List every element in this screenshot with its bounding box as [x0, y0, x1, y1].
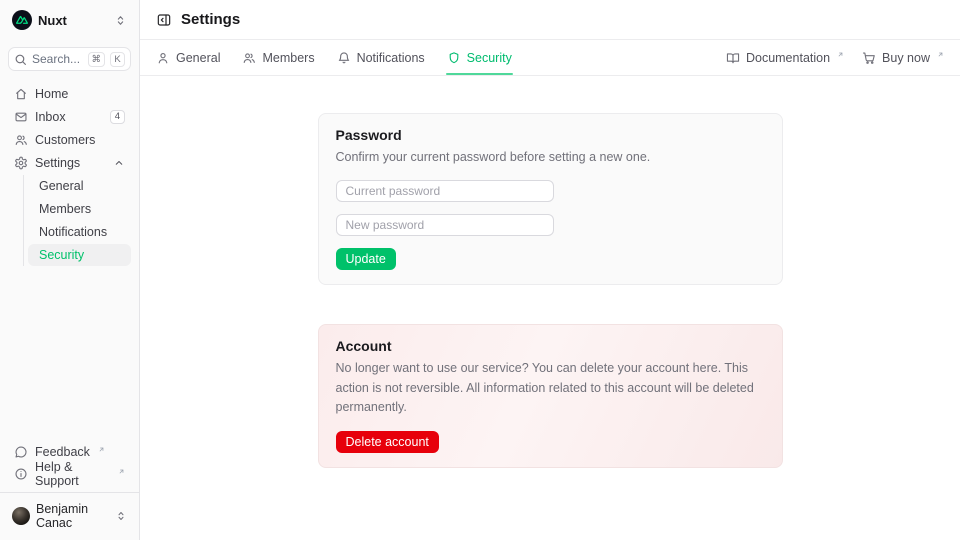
sidebar-item-notifications[interactable]: Notifications: [28, 221, 131, 243]
kbd-meta: ⌘: [88, 52, 106, 67]
user-avatar: [12, 507, 30, 525]
password-card: Password Confirm your current password b…: [318, 113, 783, 285]
sidebar-top: Nuxt Search... ⌘ K Home: [0, 0, 139, 274]
workspace-switcher[interactable]: Nuxt: [8, 8, 131, 32]
kbd-k: K: [110, 52, 125, 67]
users-icon: [14, 133, 28, 147]
tab-label: Members: [262, 51, 314, 65]
sidebar-item-general[interactable]: General: [28, 175, 131, 197]
tab-security[interactable]: Security: [447, 40, 512, 75]
inbox-count-badge: 4: [110, 110, 125, 124]
tab-notifications[interactable]: Notifications: [337, 40, 425, 75]
external-link-icon: [937, 51, 944, 58]
gear-icon: [14, 156, 28, 170]
book-open-icon: [726, 51, 740, 65]
home-icon: [14, 87, 28, 101]
inbox-icon: [14, 110, 28, 124]
sidebar-item-label: Home: [35, 87, 68, 101]
tab-label: Security: [467, 51, 512, 65]
documentation-link[interactable]: Documentation: [726, 51, 844, 65]
sidebar-item-label: Inbox: [35, 110, 66, 124]
search-placeholder: Search...: [32, 52, 83, 66]
delete-account-button[interactable]: Delete account: [336, 431, 439, 453]
bell-icon: [337, 51, 351, 65]
external-link-icon: [118, 468, 125, 475]
header-link-label: Buy now: [882, 51, 930, 65]
tabs-bar: General Members Notifications: [140, 40, 960, 76]
help-support-link[interactable]: Help & Support: [8, 463, 131, 485]
app-root: Nuxt Search... ⌘ K Home: [0, 0, 960, 540]
sidebar-item-members[interactable]: Members: [28, 198, 131, 220]
sidebar-bottom: Feedback Help & Support Benjamin Canac: [0, 433, 139, 540]
nuxt-logo-icon: [12, 10, 32, 30]
chevrons-up-down-icon: [114, 14, 127, 27]
search-input[interactable]: Search... ⌘ K: [8, 47, 131, 71]
current-password-field[interactable]: [336, 180, 554, 202]
sidebar-item-label: Customers: [35, 133, 95, 147]
tabs: General Members Notifications: [156, 40, 512, 75]
settings-subnav: General Members Notifications Security: [23, 175, 131, 266]
settings-security-panel: Password Confirm your current password b…: [140, 76, 960, 540]
sidebar-item-inbox[interactable]: Inbox 4: [8, 106, 131, 128]
page-header: Settings: [140, 0, 960, 40]
chat-bubble-icon: [14, 445, 28, 459]
update-password-button[interactable]: Update: [336, 248, 396, 270]
sidebar-divider: [0, 492, 139, 493]
shopping-cart-icon: [862, 51, 876, 65]
main-area: Settings General Members: [140, 0, 960, 540]
collapse-sidebar-icon[interactable]: [156, 12, 172, 28]
sidebar-item-label: Members: [39, 202, 91, 216]
users-icon: [242, 51, 256, 65]
user-icon: [156, 51, 170, 65]
user-menu[interactable]: Benjamin Canac: [8, 500, 131, 532]
sidebar-item-label: Security: [39, 248, 84, 262]
footer-link-label: Help & Support: [35, 460, 110, 488]
sidebar-item-label: Notifications: [39, 225, 107, 239]
footer-link-label: Feedback: [35, 445, 90, 459]
chevrons-up-down-icon: [115, 510, 127, 522]
sidebar-item-label: General: [39, 179, 83, 193]
header-link-label: Documentation: [746, 51, 830, 65]
tab-members[interactable]: Members: [242, 40, 314, 75]
sidebar-item-home[interactable]: Home: [8, 83, 131, 105]
info-circle-icon: [14, 467, 28, 481]
external-link-icon: [98, 446, 105, 453]
sidebar: Nuxt Search... ⌘ K Home: [0, 0, 140, 540]
tab-general[interactable]: General: [156, 40, 220, 75]
sidebar-nav: Home Inbox 4 Customers: [8, 83, 131, 266]
password-card-title: Password: [336, 127, 765, 143]
tab-label: General: [176, 51, 220, 65]
header-links: Documentation Buy now: [726, 51, 944, 65]
account-card-title: Account: [336, 338, 765, 354]
password-card-description: Confirm your current password before set…: [336, 148, 765, 167]
sidebar-item-security[interactable]: Security: [28, 244, 131, 266]
workspace-name: Nuxt: [38, 13, 108, 28]
buy-now-link[interactable]: Buy now: [862, 51, 944, 65]
account-card: Account No longer want to use our servic…: [318, 324, 783, 467]
new-password-field[interactable]: [336, 214, 554, 236]
search-icon: [14, 53, 27, 66]
sidebar-item-settings[interactable]: Settings: [8, 152, 131, 174]
sidebar-item-label: Settings: [35, 156, 80, 170]
tab-label: Notifications: [357, 51, 425, 65]
user-name: Benjamin Canac: [36, 502, 109, 530]
chevron-up-icon: [113, 157, 125, 169]
page-title: Settings: [181, 11, 240, 28]
shield-icon: [447, 51, 461, 65]
account-card-description: No longer want to use our service? You c…: [336, 359, 765, 417]
sidebar-item-customers[interactable]: Customers: [8, 129, 131, 151]
external-link-icon: [837, 51, 844, 58]
